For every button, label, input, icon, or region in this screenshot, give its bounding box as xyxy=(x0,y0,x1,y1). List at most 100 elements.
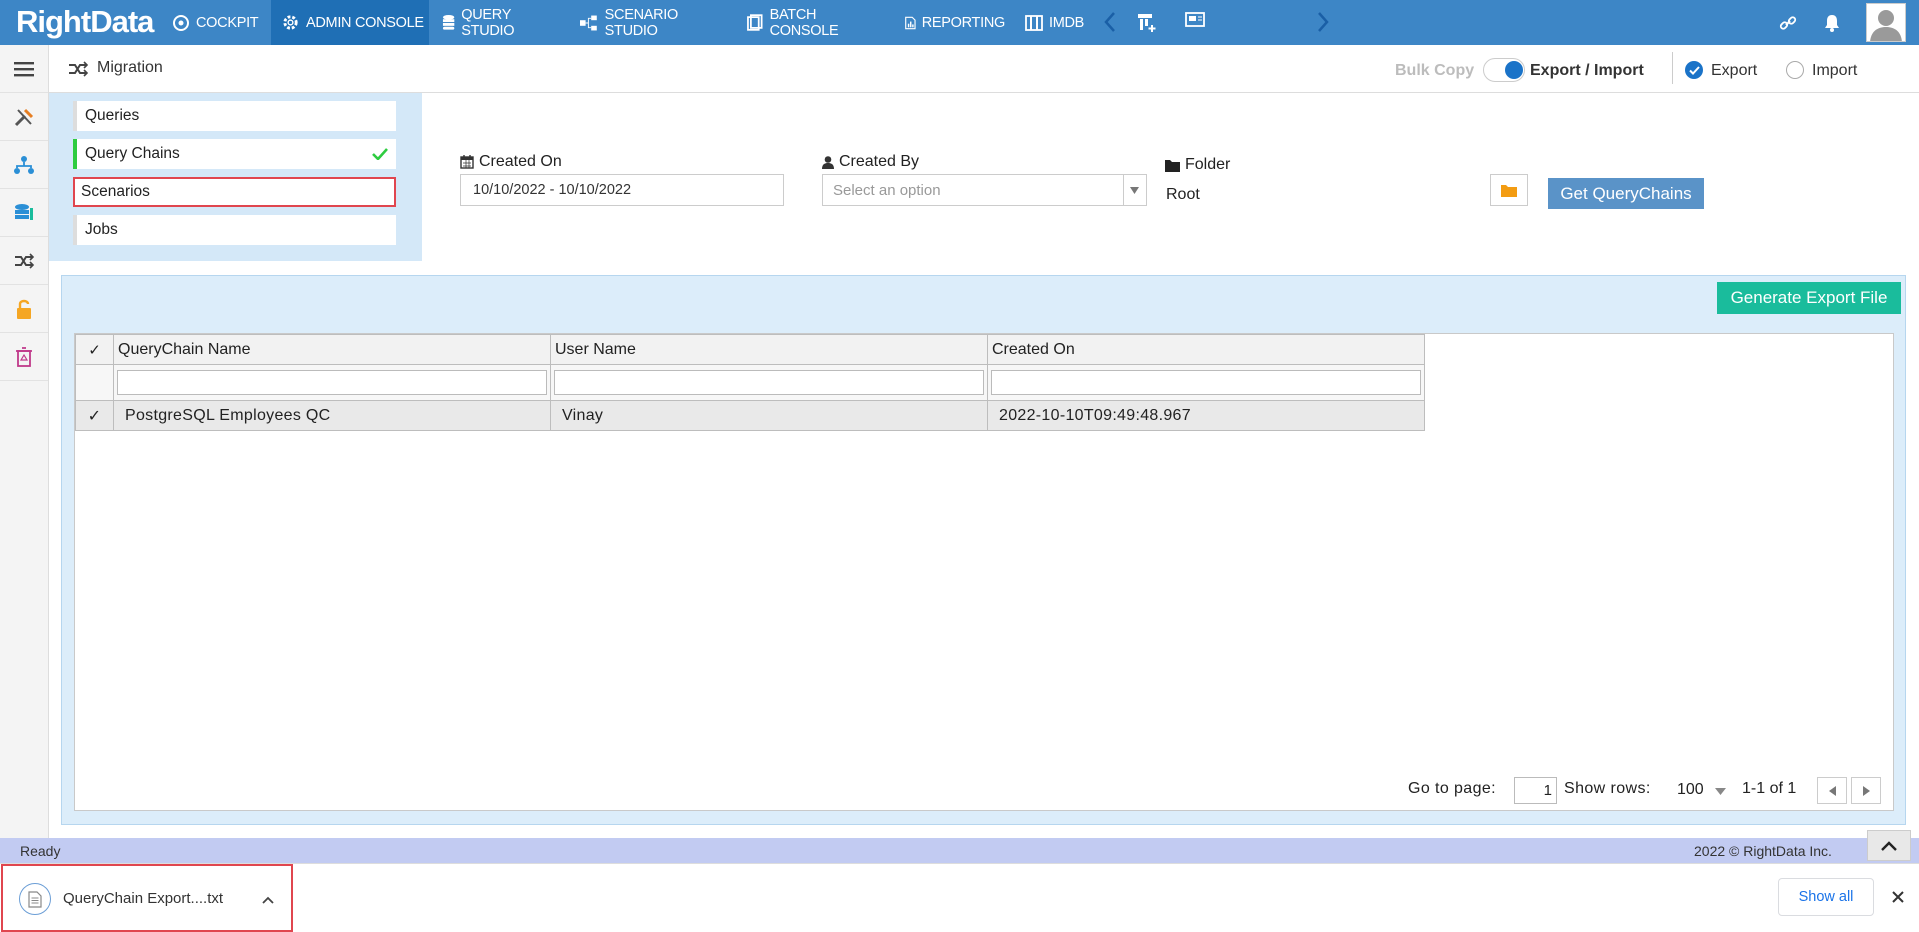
menu-item-query-chains[interactable]: Query Chains xyxy=(73,139,396,169)
sidebar-item-hierarchy[interactable] xyxy=(0,141,48,189)
check-icon xyxy=(1688,65,1700,75)
export-label[interactable]: Export xyxy=(1711,62,1757,80)
file-icon-circle xyxy=(19,883,51,915)
bulk-copy-label: Bulk Copy xyxy=(1395,62,1475,79)
nav-label: SCENARIO STUDIO xyxy=(604,6,679,39)
import-label[interactable]: Import xyxy=(1812,62,1857,80)
created-on-label-group: Created On xyxy=(460,153,562,171)
created-by-select[interactable]: Select an option xyxy=(822,174,1147,206)
app-logo[interactable]: RightData xyxy=(16,4,154,40)
avatar[interactable] xyxy=(1866,3,1906,42)
nav-admin-console[interactable]: ADMIN CONSOLE xyxy=(271,0,429,45)
next-page-button[interactable] xyxy=(1851,777,1881,804)
migration-type-list: Queries Query Chains Scenarios Jobs xyxy=(49,93,422,261)
triangle-left-icon xyxy=(1828,785,1836,796)
header-row: ✓ QueryChain Name User Name Created On xyxy=(75,334,1425,365)
column-filter-input[interactable] xyxy=(991,370,1421,395)
show-rows-label: Show rows: xyxy=(1564,780,1651,797)
created-on-label: Created On xyxy=(479,153,562,170)
export-import-label: Export / Import xyxy=(1530,62,1644,79)
page-range: 1-1 of 1 xyxy=(1742,780,1797,797)
folder-browse-button[interactable] xyxy=(1490,174,1528,206)
menu-item-label: Jobs xyxy=(85,221,118,238)
sidebar-item-tools[interactable] xyxy=(0,93,48,141)
table-row[interactable]: ✓ PostgreSQL Employees QC Vinay 2022-10-… xyxy=(75,400,1425,431)
status-bar: Ready 2022 © RightData Inc. xyxy=(0,830,1919,863)
table-add-icon[interactable] xyxy=(1136,11,1158,33)
chevron-up-icon[interactable] xyxy=(262,896,274,904)
sidebar-item-database[interactable] xyxy=(0,189,48,237)
batch-icon xyxy=(747,13,763,31)
filter-cell xyxy=(550,364,988,401)
chevron-up-icon xyxy=(1881,840,1897,851)
menu-item-label: Scenarios xyxy=(81,183,150,200)
check-mark: ✓ xyxy=(87,407,102,425)
link-icon[interactable] xyxy=(1779,14,1797,32)
download-item[interactable]: QueryChain Export....txt xyxy=(1,864,293,932)
select-all-checkbox[interactable]: ✓ xyxy=(75,334,114,365)
generate-export-button[interactable]: Generate Export File xyxy=(1717,282,1901,314)
sidebar-item-security[interactable] xyxy=(0,285,48,333)
nav-imdb[interactable]: IMDB xyxy=(1025,0,1085,45)
nav-query-studio[interactable]: QUERY STUDIO xyxy=(442,0,562,45)
chevron-right-icon[interactable] xyxy=(1316,11,1330,33)
rows-value: 100 xyxy=(1677,781,1704,798)
nav-cockpit[interactable]: COCKPIT xyxy=(172,0,272,45)
monitor-icon[interactable] xyxy=(1185,11,1207,31)
import-radio[interactable] xyxy=(1786,61,1804,79)
column-header[interactable]: Created On xyxy=(987,334,1425,365)
trash-icon xyxy=(16,346,32,367)
show-all-button[interactable]: Show all xyxy=(1778,878,1874,916)
menu-item-queries[interactable]: Queries xyxy=(73,101,396,131)
folder-value: Root xyxy=(1166,186,1200,203)
scroll-top-button[interactable] xyxy=(1867,830,1911,861)
chevron-left-icon[interactable] xyxy=(1103,11,1117,33)
filter-cell-empty xyxy=(75,364,114,401)
page-title: Migration xyxy=(97,59,163,76)
hamburger-icon xyxy=(14,61,34,76)
calendar-icon xyxy=(460,155,474,169)
download-bar: QueryChain Export....txt Show all xyxy=(0,863,1919,932)
folder-open-icon xyxy=(1501,184,1517,197)
gear-icon xyxy=(283,15,298,30)
querychain-grid: ✓ QueryChain Name User Name Created On ✓… xyxy=(74,333,1894,811)
nav-reporting[interactable]: REPORTING xyxy=(905,0,1005,45)
column-header[interactable]: User Name xyxy=(550,334,988,365)
bell-icon[interactable] xyxy=(1823,13,1841,33)
close-icon[interactable] xyxy=(1891,890,1905,904)
row-checkbox[interactable]: ✓ xyxy=(75,400,114,431)
scenario-icon xyxy=(580,15,597,30)
column-filter-input[interactable] xyxy=(117,370,547,395)
export-radio[interactable] xyxy=(1685,61,1703,79)
sidebar-item-delete[interactable] xyxy=(0,333,48,381)
nav-batch-console[interactable]: BATCH CONSOLE xyxy=(746,0,886,45)
migration-icon xyxy=(69,61,89,77)
column-header[interactable]: QueryChain Name xyxy=(113,334,551,365)
prev-page-button[interactable] xyxy=(1817,777,1847,804)
toggle-knob xyxy=(1505,61,1523,79)
menu-toggle[interactable] xyxy=(0,45,48,93)
chevron-down-icon xyxy=(1130,187,1139,194)
filter-cell xyxy=(987,364,1425,401)
nav-label: ADMIN CONSOLE xyxy=(306,14,424,31)
menu-item-scenarios[interactable]: Scenarios xyxy=(73,177,396,207)
text-file-icon xyxy=(28,890,42,908)
nav-label: BATCH CONSOLE xyxy=(769,6,839,39)
created-by-label: Created By xyxy=(839,153,920,170)
mode-toggle[interactable] xyxy=(1483,58,1525,82)
selected-check-icon xyxy=(372,148,388,160)
column-filter-input[interactable] xyxy=(554,370,984,395)
nav-scenario-studio[interactable]: SCENARIO STUDIO xyxy=(580,0,726,45)
sidebar-item-migration[interactable] xyxy=(0,237,48,285)
icon-sidebar xyxy=(0,45,49,838)
created-on-input[interactable]: 10/10/2022 - 10/10/2022 xyxy=(460,174,784,206)
page-input[interactable]: 1 xyxy=(1514,777,1557,804)
rows-select[interactable]: 100 xyxy=(1671,777,1731,804)
cell-created: 2022-10-10T09:49:48.967 xyxy=(987,400,1425,431)
get-querychains-button[interactable]: Get QueryChains xyxy=(1548,178,1704,209)
menu-item-jobs[interactable]: Jobs xyxy=(73,215,396,245)
notch-icon xyxy=(459,133,468,142)
nav-label: COCKPIT xyxy=(196,14,259,31)
filter-cell xyxy=(113,364,551,401)
go-to-page-label: Go to page: xyxy=(1408,780,1497,797)
